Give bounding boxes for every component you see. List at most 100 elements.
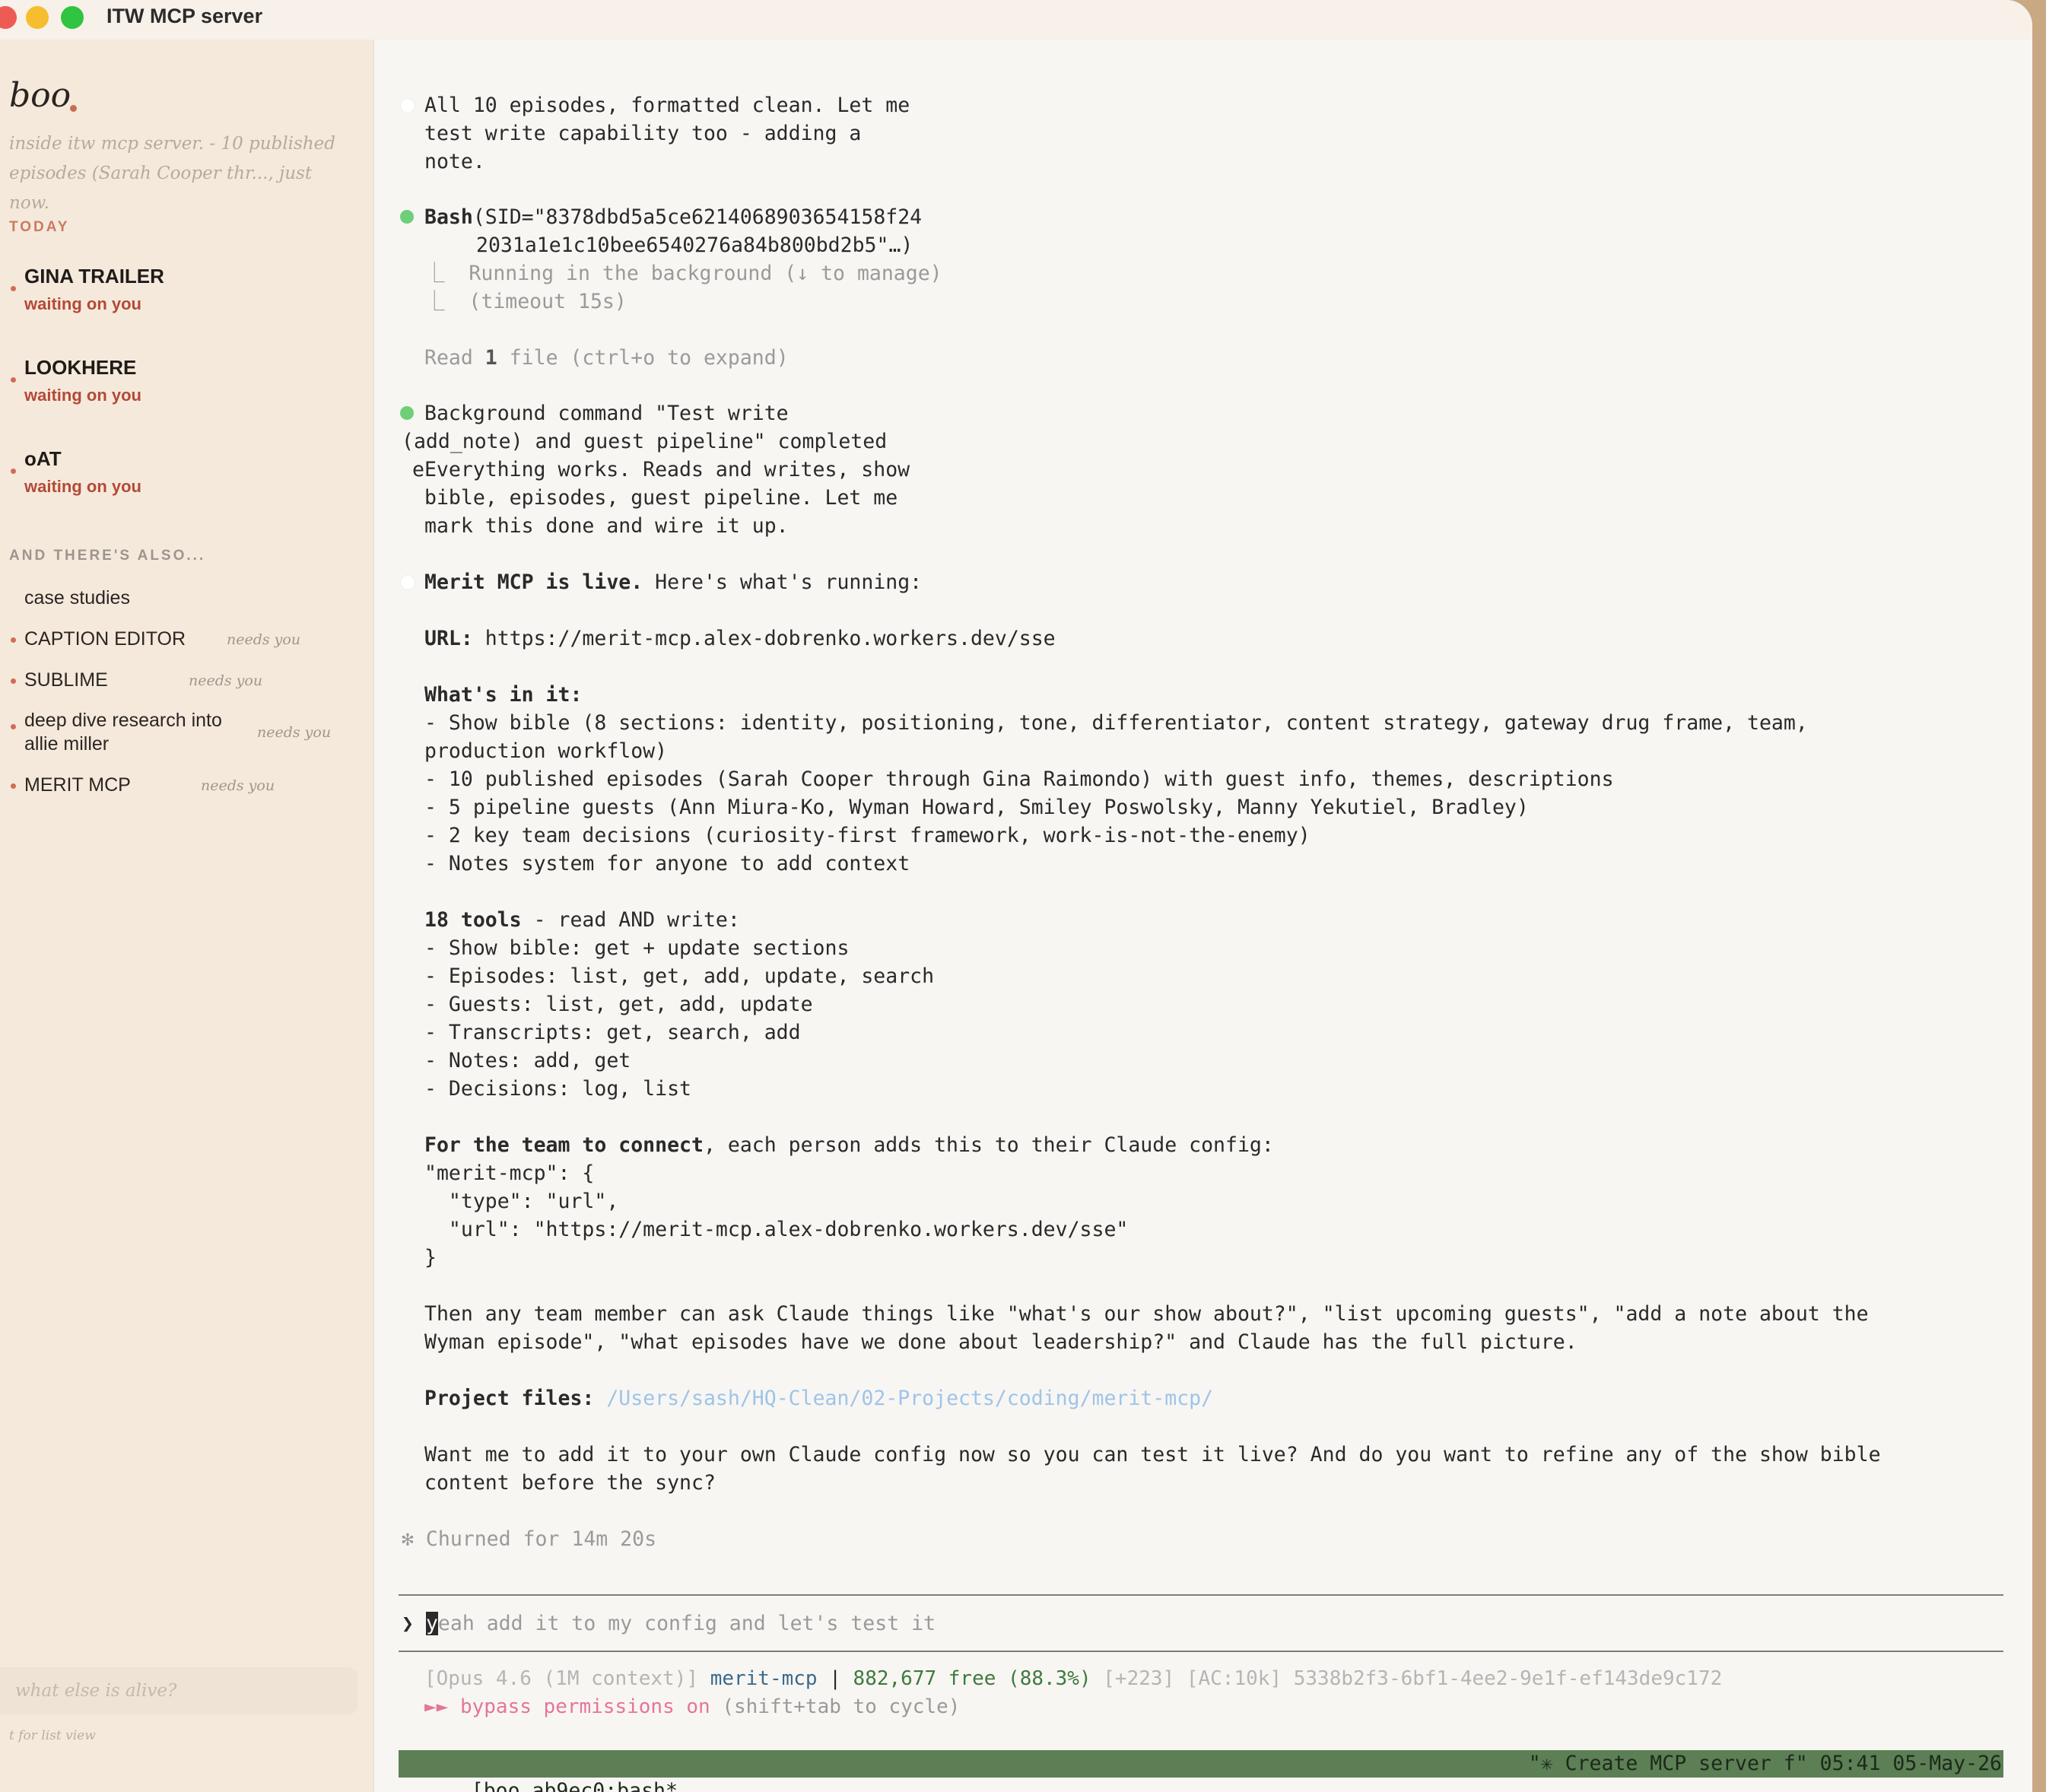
prompt-text: eah add it to my config and let's test i…: [437, 1612, 936, 1635]
status-separator: |: [817, 1667, 853, 1690]
list-item: - Guests: list, get, add, update: [424, 993, 813, 1016]
close-window-button[interactable]: [0, 6, 17, 29]
message-text: Background command "Test write: [424, 402, 789, 425]
thread-item-oat[interactable]: oAT waiting on you: [24, 447, 141, 497]
also-item-caption-editor[interactable]: CAPTION EDITOR: [24, 628, 186, 650]
session-info: [+223] [AC:10k] 5338b2f3-6bf1-4ee2-9e1f-…: [1091, 1667, 1723, 1690]
list-item: - Show bible (8 sections: identity, posi…: [424, 711, 1808, 735]
project-label: Project files:: [424, 1387, 595, 1410]
also-section-label: AND THERE'S ALSO...: [9, 548, 206, 564]
live-heading: Merit MCP is live. Here's what's running…: [424, 568, 922, 596]
tool-status-dot: [400, 210, 414, 224]
list-item: - Notes: add, get: [424, 1049, 631, 1072]
project-path-link[interactable]: /Users/sash/HQ-Clean/02-Projects/coding/…: [606, 1387, 1213, 1410]
list-item: production workflow): [424, 739, 668, 763]
today-section-label: TODAY: [9, 219, 70, 235]
thread-name: LOOKHERE: [24, 356, 137, 379]
tmux-status-bar: [boo_ab9ec0:bash* "✳ Create MCP server f…: [399, 1750, 2003, 1792]
tool-name: Bash: [424, 205, 473, 229]
list-item: - 2 key team decisions (curiosity-first …: [424, 824, 1311, 847]
list-item: - Notes system for anyone to add context: [424, 852, 910, 875]
tool-status-dot: [400, 406, 414, 420]
also-item-label-line1: deep dive research into: [24, 710, 222, 731]
whats-in-heading: What's in it:: [424, 683, 583, 707]
config-line: "merit-mcp": {: [424, 1161, 595, 1185]
model-status-line: [Opus 4.6 (1M context)] merit-mcp | 882,…: [424, 1665, 1722, 1693]
window-title: ITW MCP server: [106, 5, 263, 27]
brand-dot: [70, 105, 77, 112]
url-line: URL: https://merit-mcp.alex-dobrenko.wor…: [424, 624, 1056, 653]
message-text: note.: [424, 150, 485, 173]
connect-rest: , each person adds this to their Claude …: [703, 1133, 1274, 1157]
also-item-deep-dive-research[interactable]: deep dive research into allie miller: [24, 709, 222, 756]
minimize-window-button[interactable]: [26, 6, 49, 29]
config-line: "type": "url",: [424, 1190, 619, 1213]
also-item-merit-mcp[interactable]: MERIT MCP: [24, 774, 131, 796]
unread-dot: [11, 678, 16, 684]
message-text: All 10 episodes, formatted clean. Let me: [424, 94, 910, 117]
project-files-line: Project files: /Users/sash/HQ-Clean/02-P…: [424, 1384, 1213, 1412]
read-count: 1: [484, 346, 497, 370]
list-item: - 5 pipeline guests (Ann Miura-Ko, Wyman…: [424, 796, 1529, 819]
unread-dot: [11, 637, 16, 643]
config-line: }: [424, 1246, 437, 1269]
message-text: mark this done and wire it up.: [424, 514, 789, 538]
connect-bold: For the team to connect: [424, 1133, 704, 1157]
bypass-permissions-label: bypass permissions on: [459, 1695, 710, 1718]
unread-dot: [11, 286, 16, 291]
thread-name: oAT: [24, 447, 62, 470]
thread-status: waiting on you: [24, 294, 141, 313]
title-bar: ITW MCP server: [0, 0, 2032, 40]
input-bottom-divider: [399, 1651, 2003, 1652]
live-bold: Merit MCP is live.: [424, 570, 643, 594]
tools-rest: - read AND write:: [521, 908, 740, 932]
tmux-session: [boo_ab9ec0:bash*: [471, 1779, 678, 1792]
message-text: Wyman episode", "what episodes have we d…: [424, 1330, 1577, 1354]
also-item-sublime[interactable]: SUBLIME: [24, 669, 108, 691]
also-item-case-studies[interactable]: case studies: [24, 587, 130, 609]
prompt-input[interactable]: ❯ yeah add it to my config and let's tes…: [402, 1609, 936, 1638]
needs-you-tag: needs you: [189, 672, 263, 689]
context-free: 882,677 free (88.3%): [853, 1667, 1091, 1690]
session-summary: inside itw mcp server. - 10 published ep…: [9, 134, 335, 213]
read-suffix: file (ctrl+o to expand): [497, 346, 789, 370]
tool-output-line: ⎿ (timeout 15s): [424, 290, 627, 313]
tmux-title-clock: "✳ Create MCP server f" 05:41 05-May-26: [1528, 1752, 2002, 1775]
quick-prompt-input[interactable]: what else is alive?: [0, 1667, 357, 1714]
unread-dot: [11, 783, 16, 789]
message-text: Want me to add it to your own Claude con…: [424, 1443, 1881, 1466]
tools-heading: 18 tools - read AND write:: [424, 906, 740, 934]
list-item: - Episodes: list, get, add, update, sear…: [424, 964, 935, 988]
message-text: content before the sync?: [424, 1471, 716, 1495]
brand-logo: boo: [9, 76, 71, 115]
read-prefix: Read: [424, 346, 485, 370]
tools-bold: 18 tools: [424, 908, 522, 932]
churned-status: ✻ Churned for 14m 20s: [402, 1527, 657, 1551]
input-top-divider: [399, 1594, 2003, 1596]
maximize-window-button[interactable]: [61, 6, 84, 29]
read-files-line[interactable]: Read 1 file (ctrl+o to expand): [424, 344, 789, 372]
message-dot: [400, 575, 415, 590]
thread-item-lookhere[interactable]: LOOKHERE waiting on you: [24, 356, 141, 405]
needs-you-tag: needs you: [227, 631, 301, 648]
sidebar: boo inside itw mcp server. - 10 publishe…: [0, 40, 374, 1792]
model-info: [Opus 4.6 (1M context)]: [424, 1667, 710, 1690]
thread-item-gina-trailer[interactable]: GINA TRAILER waiting on you: [24, 265, 164, 314]
url-value: https://merit-mcp.alex-dobrenko.workers.…: [472, 627, 1056, 650]
terminal-pane[interactable]: All 10 episodes, formatted clean. Let me…: [396, 40, 2032, 1792]
list-item: - Decisions: log, list: [424, 1077, 691, 1101]
list-item: - Transcripts: get, search, add: [424, 1021, 801, 1044]
also-item-label-line2: allie miller: [24, 733, 110, 755]
unread-dot: [11, 469, 16, 474]
needs-you-tag: needs you: [201, 777, 275, 794]
tool-output-line: ⎿ Running in the background (↓ to manage…: [424, 262, 942, 285]
list-view-hint: t for list view: [9, 1728, 96, 1743]
cycle-hint: (shift+tab to cycle): [710, 1695, 961, 1718]
permissions-line[interactable]: ►► bypass permissions on (shift+tab to c…: [424, 1693, 960, 1721]
needs-you-tag: needs you: [257, 724, 332, 741]
project-name: merit-mcp: [710, 1667, 818, 1690]
thread-status: waiting on you: [24, 386, 141, 405]
message-text: bible, episodes, guest pipeline. Let me: [424, 486, 898, 510]
message-text: eEverything works. Reads and writes, sho…: [412, 458, 910, 481]
message-text: Then any team member can ask Claude thin…: [424, 1302, 1869, 1326]
